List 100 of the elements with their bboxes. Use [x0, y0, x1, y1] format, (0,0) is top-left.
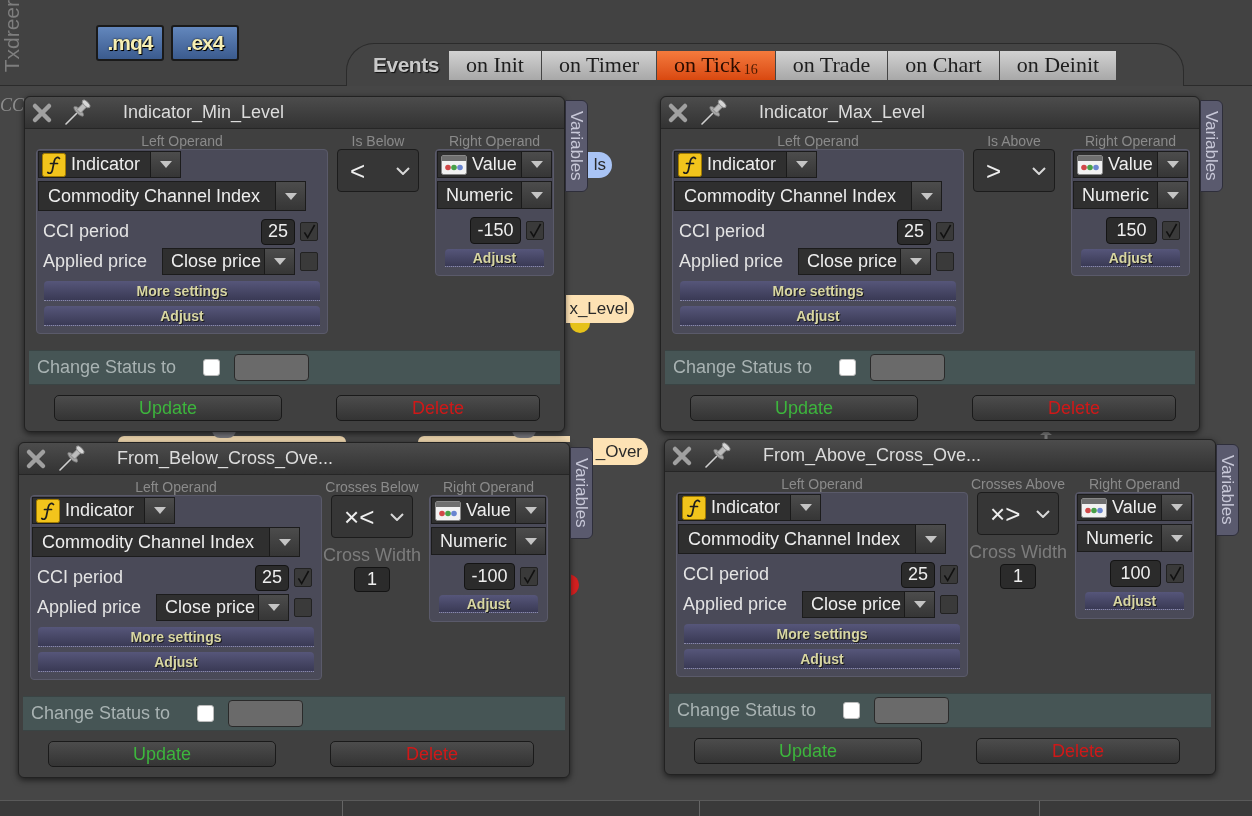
panel-button[interactable]: More settings	[38, 627, 314, 647]
type-dropdown[interactable]: Numeric	[1077, 524, 1192, 552]
checkbox[interactable]	[936, 252, 954, 271]
number-field[interactable]: 25	[261, 218, 295, 245]
panel-button[interactable]: Adjust	[439, 595, 538, 613]
type-dropdown[interactable]: Numeric	[1073, 181, 1188, 209]
type-dropdown[interactable]: Numeric	[431, 527, 546, 555]
checkbox[interactable]	[197, 705, 215, 722]
caret-icon[interactable]	[275, 182, 305, 210]
caret-icon[interactable]	[1161, 495, 1191, 520]
caret-icon[interactable]	[521, 182, 551, 208]
operator-select[interactable]: ×<	[331, 495, 413, 538]
checkbox[interactable]	[1162, 221, 1180, 240]
event-tab[interactable]: on Trade	[775, 50, 888, 80]
panel-button[interactable]: More settings	[684, 624, 960, 644]
source-dropdown[interactable]: Value	[431, 497, 546, 524]
caret-icon[interactable]	[150, 152, 180, 177]
operator-select[interactable]: >	[973, 149, 1055, 192]
oscillator-dropdown[interactable]: Commodity Channel Index	[678, 524, 946, 554]
variables-tab[interactable]: Variables	[565, 100, 588, 192]
source-dropdown[interactable]: Value	[437, 151, 552, 178]
checkbox[interactable]	[520, 567, 538, 586]
variables-tab[interactable]: Variables	[570, 447, 593, 539]
oscillator-dropdown[interactable]: Commodity Channel Index	[32, 527, 300, 557]
panel-button[interactable]: Adjust	[1081, 249, 1180, 267]
source-dropdown[interactable]: Indicator	[674, 151, 817, 178]
action-button[interactable]: Update	[690, 395, 918, 421]
checkbox[interactable]	[294, 598, 312, 617]
close-icon[interactable]	[667, 101, 689, 124]
panel-button[interactable]: Adjust	[1085, 592, 1184, 610]
type-dropdown[interactable]: Numeric	[437, 181, 552, 209]
checkbox[interactable]	[839, 359, 857, 376]
oscillator-dropdown[interactable]: Commodity Channel Index	[38, 181, 306, 211]
checkbox[interactable]	[526, 221, 544, 240]
source-dropdown[interactable]: Value	[1073, 151, 1188, 178]
panel-button[interactable]: More settings	[44, 281, 320, 301]
caret-icon[interactable]	[915, 525, 945, 553]
source-dropdown[interactable]: Indicator	[38, 151, 181, 178]
panel-button[interactable]: Adjust	[38, 652, 314, 672]
caret-icon[interactable]	[521, 152, 551, 177]
caret-icon[interactable]	[911, 182, 941, 210]
variables-tab[interactable]: Variables	[1216, 444, 1239, 536]
status-field[interactable]	[870, 354, 946, 381]
checkbox[interactable]	[940, 595, 958, 614]
status-field[interactable]	[228, 700, 304, 727]
caret-icon[interactable]	[1161, 525, 1191, 551]
value-field[interactable]: 100	[1110, 560, 1161, 587]
variables-tab[interactable]: Variables	[1200, 100, 1223, 192]
close-icon[interactable]	[31, 101, 53, 124]
source-dropdown[interactable]: Value	[1077, 494, 1192, 521]
caret-icon[interactable]	[904, 592, 934, 617]
caret-icon[interactable]	[258, 595, 288, 620]
checkbox[interactable]	[300, 252, 318, 271]
event-tab[interactable]: on Timer	[541, 50, 657, 80]
event-tab[interactable]: on Deinit	[999, 50, 1117, 80]
status-field[interactable]	[874, 697, 950, 724]
checkbox[interactable]	[936, 222, 954, 241]
panel-button[interactable]: Adjust	[680, 306, 956, 326]
price-dropdown[interactable]: Close price	[162, 248, 295, 275]
number-field[interactable]: 25	[897, 218, 931, 245]
caret-icon[interactable]	[144, 498, 174, 523]
close-icon[interactable]	[671, 444, 693, 467]
caret-icon[interactable]	[515, 498, 545, 523]
checkbox[interactable]	[294, 568, 312, 587]
file-format-button[interactable]: .mq4	[96, 25, 164, 61]
caret-icon[interactable]	[1157, 182, 1187, 208]
caret-icon[interactable]	[515, 528, 545, 554]
checkbox[interactable]	[940, 565, 958, 584]
status-field[interactable]	[234, 354, 310, 381]
canvas-node[interactable]: x_Level	[566, 295, 634, 323]
checkbox[interactable]	[203, 359, 221, 376]
oscillator-dropdown[interactable]: Commodity Channel Index	[674, 181, 942, 211]
canvas-node[interactable]: ls	[588, 152, 612, 178]
operator-select[interactable]: <	[337, 149, 419, 192]
caret-icon[interactable]	[790, 495, 820, 520]
value-field[interactable]: -150	[470, 217, 521, 244]
price-dropdown[interactable]: Close price	[156, 594, 289, 621]
source-dropdown[interactable]: Indicator	[678, 494, 821, 521]
checkbox[interactable]	[843, 702, 861, 719]
panel-button[interactable]: Adjust	[684, 649, 960, 669]
price-dropdown[interactable]: Close price	[798, 248, 931, 275]
cross-width-field[interactable]: 1	[1000, 564, 1036, 589]
value-field[interactable]: 150	[1106, 217, 1157, 244]
checkbox[interactable]	[1166, 564, 1184, 583]
caret-icon[interactable]	[264, 249, 294, 274]
panel-button[interactable]: Adjust	[445, 249, 544, 267]
event-tab[interactable]: on Init	[448, 50, 541, 80]
file-format-button[interactable]: .ex4	[171, 25, 239, 61]
source-dropdown[interactable]: Indicator	[32, 497, 175, 524]
number-field[interactable]: 25	[255, 564, 289, 591]
event-tab[interactable]: on Tick 16	[657, 50, 775, 80]
action-button[interactable]: Update	[694, 738, 922, 764]
caret-icon[interactable]	[786, 152, 816, 177]
value-field[interactable]: -100	[464, 563, 515, 590]
event-tab[interactable]: on Chart	[888, 50, 999, 80]
panel-button[interactable]: More settings	[680, 281, 956, 301]
caret-icon[interactable]	[1157, 152, 1187, 177]
close-icon[interactable]	[25, 447, 47, 470]
price-dropdown[interactable]: Close price	[802, 591, 935, 618]
checkbox[interactable]	[300, 222, 318, 241]
